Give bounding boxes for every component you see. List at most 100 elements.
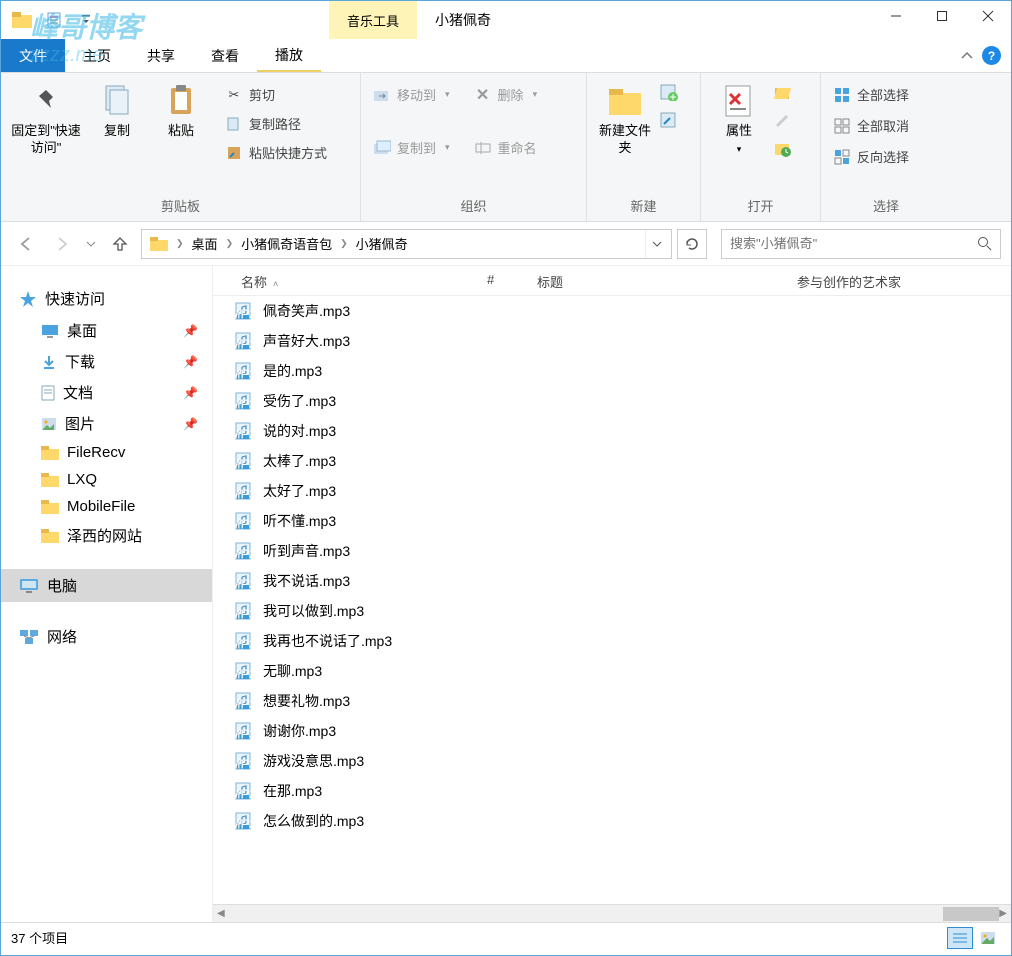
- contextual-tab-music[interactable]: 音乐工具: [329, 1, 417, 39]
- sidebar-item[interactable]: 文档📌: [1, 377, 212, 408]
- chevron-right-icon[interactable]: ❯: [176, 238, 184, 249]
- qat-dropdown-icon[interactable]: [73, 7, 99, 33]
- file-row[interactable]: MP3谢谢你.mp3: [213, 716, 1011, 746]
- new-item-icon[interactable]: [659, 83, 679, 101]
- svg-text:MP3: MP3: [234, 637, 252, 651]
- file-row[interactable]: MP3说的对.mp3: [213, 416, 1011, 446]
- search-icon[interactable]: [970, 236, 1000, 252]
- invert-selection-button[interactable]: 反向选择: [829, 145, 913, 168]
- search-input[interactable]: [722, 236, 970, 251]
- tab-home[interactable]: 主页: [65, 39, 129, 72]
- horizontal-scrollbar[interactable]: ◀ ▶: [213, 904, 1011, 922]
- col-num[interactable]: #: [475, 272, 525, 291]
- file-row[interactable]: MP3听到声音.mp3: [213, 536, 1011, 566]
- delete-button[interactable]: ✕删除▾: [470, 83, 542, 106]
- open-icon[interactable]: [773, 83, 793, 101]
- file-row[interactable]: MP3想要礼物.mp3: [213, 686, 1011, 716]
- col-name[interactable]: 名称˄: [229, 272, 475, 291]
- sidebar-computer[interactable]: 电脑: [1, 569, 212, 602]
- refresh-button[interactable]: [677, 229, 707, 259]
- copy-path-button[interactable]: 复制路径: [221, 112, 331, 135]
- help-icon[interactable]: ?: [982, 46, 1001, 65]
- tab-file[interactable]: 文件: [1, 39, 65, 72]
- file-row[interactable]: MP3我不说话.mp3: [213, 566, 1011, 596]
- tab-view[interactable]: 查看: [193, 39, 257, 72]
- file-row[interactable]: MP3是的.mp3: [213, 356, 1011, 386]
- copy-to-button[interactable]: 复制到▾: [369, 136, 454, 159]
- select-none-button[interactable]: 全部取消: [829, 114, 913, 137]
- sidebar-network[interactable]: 网络: [1, 620, 212, 653]
- copy-label: 复制: [104, 123, 130, 140]
- paste-shortcut-button[interactable]: 粘贴快捷方式: [221, 141, 331, 164]
- scroll-thumb[interactable]: [943, 907, 999, 921]
- file-row[interactable]: MP3太好了.mp3: [213, 476, 1011, 506]
- chevron-right-icon[interactable]: ❯: [226, 238, 234, 249]
- sidebar-quick-access[interactable]: 快速访问: [1, 282, 212, 315]
- properties-qat-icon[interactable]: [41, 7, 67, 33]
- up-button[interactable]: [105, 229, 135, 259]
- edit-icon[interactable]: [773, 111, 793, 129]
- file-row[interactable]: MP3无聊.mp3: [213, 656, 1011, 686]
- sidebar-item[interactable]: 下载📌: [1, 346, 212, 377]
- file-row[interactable]: MP3佩奇笑声.mp3: [213, 296, 1011, 326]
- sidebar-item[interactable]: 泽西的网站: [1, 520, 212, 551]
- file-row[interactable]: MP3太棒了.mp3: [213, 446, 1011, 476]
- breadcrumb-seg-1[interactable]: 桌面: [188, 234, 222, 253]
- history-icon[interactable]: [773, 139, 793, 157]
- breadcrumb-seg-3[interactable]: 小猪佩奇: [352, 234, 412, 253]
- delete-label: 删除: [498, 85, 524, 104]
- properties-button[interactable]: 属性 ▾: [709, 79, 769, 155]
- paste-button[interactable]: 粘贴: [151, 79, 211, 140]
- scroll-left-icon[interactable]: ◀: [217, 908, 225, 919]
- file-row[interactable]: MP3听不懂.mp3: [213, 506, 1011, 536]
- file-name: 游戏没意思.mp3: [263, 751, 364, 771]
- file-list[interactable]: MP3佩奇笑声.mp3MP3声音好大.mp3MP3是的.mp3MP3受伤了.mp…: [213, 296, 1011, 904]
- sidebar-item[interactable]: FileRecv: [1, 439, 212, 466]
- minimize-button[interactable]: [873, 1, 919, 31]
- file-row[interactable]: MP3我可以做到.mp3: [213, 596, 1011, 626]
- details-view-button[interactable]: [947, 927, 973, 949]
- back-button[interactable]: [11, 229, 41, 259]
- chevron-right-icon[interactable]: ❯: [340, 238, 348, 249]
- new-folder-button[interactable]: 新建文件夹: [595, 79, 655, 157]
- mp3-icon: MP3: [233, 482, 253, 500]
- select-all-button[interactable]: 全部选择: [829, 83, 913, 106]
- mp3-icon: MP3: [233, 812, 253, 830]
- breadcrumb[interactable]: ❯ 桌面 ❯ 小猪佩奇语音包 ❯ 小猪佩奇: [141, 229, 672, 259]
- tab-share[interactable]: 共享: [129, 39, 193, 72]
- file-row[interactable]: MP3受伤了.mp3: [213, 386, 1011, 416]
- forward-button[interactable]: [47, 229, 77, 259]
- breadcrumb-dropdown[interactable]: [645, 230, 667, 258]
- col-title[interactable]: 标题: [525, 272, 785, 291]
- collapse-ribbon-icon[interactable]: [960, 51, 974, 61]
- close-button[interactable]: [965, 1, 1011, 31]
- sidebar-item[interactable]: MobileFile: [1, 493, 212, 520]
- sidebar-item[interactable]: 桌面📌: [1, 315, 212, 346]
- sidebar-item[interactable]: 图片📌: [1, 408, 212, 439]
- file-row[interactable]: MP3游戏没意思.mp3: [213, 746, 1011, 776]
- scroll-right-icon[interactable]: ▶: [999, 908, 1007, 919]
- file-row[interactable]: MP3在那.mp3: [213, 776, 1011, 806]
- recent-dropdown[interactable]: [83, 229, 99, 259]
- file-row[interactable]: MP3声音好大.mp3: [213, 326, 1011, 356]
- rename-button[interactable]: 重命名: [470, 136, 542, 159]
- pin-quick-access-button[interactable]: 固定到"快速访问": [9, 79, 83, 157]
- folder-icon[interactable]: [9, 7, 35, 33]
- col-artist[interactable]: 参与创作的艺术家: [785, 272, 1011, 291]
- file-row[interactable]: MP3怎么做到的.mp3: [213, 806, 1011, 836]
- file-row[interactable]: MP3 我再也不说话了.mp3: [213, 626, 1011, 656]
- thumbnails-view-button[interactable]: [975, 927, 1001, 949]
- tab-play[interactable]: 播放: [257, 39, 321, 72]
- search-box[interactable]: [721, 229, 1001, 259]
- file-name: 我再也不说话了.mp3: [263, 631, 392, 651]
- mp3-icon: MP3: [233, 542, 253, 560]
- paste-shortcut-icon: [225, 144, 243, 162]
- maximize-button[interactable]: [919, 1, 965, 31]
- sidebar-item[interactable]: LXQ: [1, 466, 212, 493]
- easy-access-icon[interactable]: [659, 111, 679, 129]
- breadcrumb-seg-2[interactable]: 小猪佩奇语音包: [237, 234, 336, 253]
- select-none-label: 全部取消: [857, 116, 909, 135]
- move-to-button[interactable]: 移动到▾: [369, 83, 454, 106]
- cut-button[interactable]: ✂剪切: [221, 83, 331, 106]
- copy-button[interactable]: 复制: [87, 79, 147, 140]
